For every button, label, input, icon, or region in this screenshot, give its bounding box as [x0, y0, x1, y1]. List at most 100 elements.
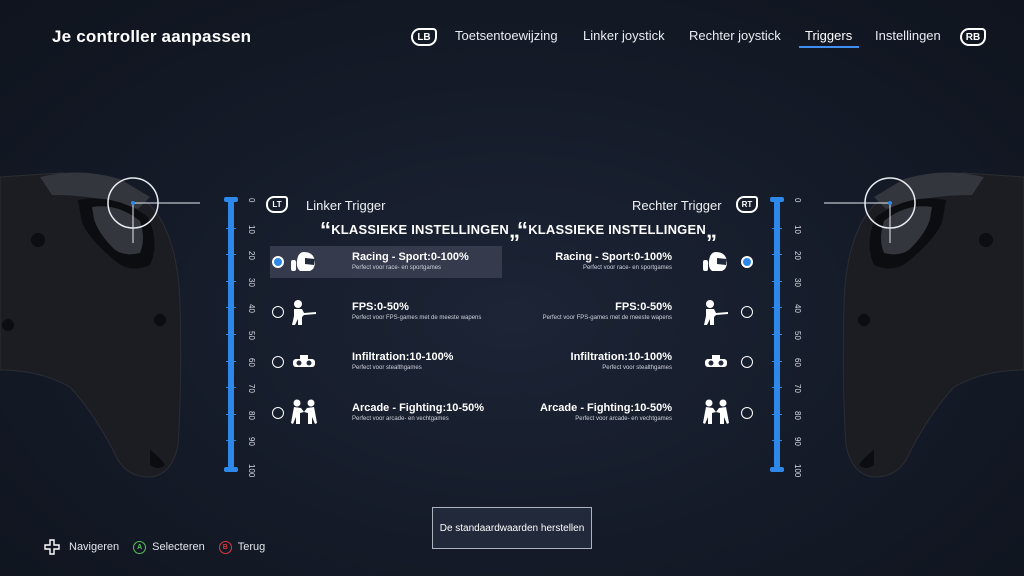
dpad-icon — [44, 539, 60, 555]
close-quote-icon: „ — [705, 217, 718, 243]
lt-trigger-icon: LT — [266, 196, 288, 213]
left-option-radio[interactable] — [272, 356, 284, 368]
slider-tick — [226, 307, 236, 308]
tab-rechter-joystick[interactable]: Rechter joystick — [689, 28, 781, 43]
slider-tick — [226, 387, 236, 388]
racing-helmet-icon — [703, 252, 727, 271]
slider-tick — [772, 307, 782, 308]
left-option-radio[interactable] — [272, 306, 284, 318]
slider-scale-label: 40 — [793, 304, 802, 313]
slider-tick — [772, 334, 782, 335]
slider-scale-label: 20 — [793, 251, 802, 260]
select-hint: Selecteren — [152, 541, 205, 553]
tab-triggers[interactable]: Triggers — [805, 28, 852, 43]
slider-tick — [772, 201, 782, 202]
slider-tick — [226, 361, 236, 362]
option-description: Perfect voor race- en sportgames — [352, 265, 442, 271]
option-description: Perfect voor FPS-games met de meeste wap… — [352, 315, 482, 321]
footer-hints: Navigeren A Selecteren B Terug — [44, 536, 265, 558]
right-trigger-label: Rechter Trigger — [632, 198, 722, 213]
option-name: FPS:0-50% — [615, 301, 672, 313]
right-trigger-range-slider[interactable]: 0 10 20 30 40 50 60 70 80 90 100 — [770, 197, 810, 477]
left-section-title: “KLASSIEKE INSTELLINGEN„ — [320, 217, 521, 243]
lb-bumper-icon[interactable]: LB — [411, 28, 437, 46]
racing-helmet-icon — [291, 252, 315, 271]
slider-tick — [226, 254, 236, 255]
rb-bumper-icon[interactable]: RB — [960, 28, 986, 46]
slider-tick — [772, 440, 782, 441]
slider-scale-label: 30 — [793, 278, 802, 287]
left-option-radio[interactable] — [272, 407, 284, 419]
open-quote-icon: “ — [320, 217, 332, 243]
tab-bar: LB Toetsentoewijzing Linker joystick Rec… — [0, 28, 1024, 68]
option-name: FPS:0-50% — [352, 301, 409, 313]
right-option-infiltration[interactable]: Infiltration:10-100% Perfect voor stealt… — [520, 346, 756, 378]
slider-tick — [226, 414, 236, 415]
open-quote-icon: “ — [517, 217, 529, 243]
left-trigger-label: Linker Trigger — [306, 198, 386, 213]
right-option-racing[interactable]: Racing - Sport:0-100% Perfect voor race-… — [520, 246, 756, 278]
a-button-icon: A — [133, 540, 147, 554]
left-option-radio[interactable] — [272, 256, 284, 268]
reset-defaults-button[interactable]: De standaardwaarden herstellen — [432, 507, 592, 549]
right-option-radio[interactable] — [741, 407, 753, 419]
option-description: Perfect voor arcade- en vechtgames — [352, 416, 449, 422]
left-option-fps[interactable]: FPS:0-50% Perfect voor FPS-games met de … — [270, 296, 502, 328]
left-option-arcade[interactable]: Arcade - Fighting:10-50% Perfect voor ar… — [270, 397, 502, 429]
tab-toetsentoewijzing[interactable]: Toetsentoewijzing — [455, 28, 558, 43]
right-option-arcade[interactable]: Arcade - Fighting:10-50% Perfect voor ar… — [520, 397, 756, 429]
shooter-icon — [292, 300, 316, 325]
slider-scale-label: 50 — [793, 331, 802, 340]
slider-scale-label: 90 — [793, 437, 802, 446]
slider-scale-label: 40 — [247, 304, 256, 313]
option-name: Racing - Sport:0-100% — [352, 251, 469, 263]
left-controller-image — [0, 172, 200, 478]
option-name: Infiltration:10-100% — [570, 351, 672, 363]
left-option-racing[interactable]: Racing - Sport:0-100% Perfect voor race-… — [270, 246, 502, 278]
back-hint[interactable]: Terug — [238, 541, 266, 553]
slider-scale-label: 80 — [793, 411, 802, 420]
rt-trigger-icon: RT — [736, 196, 758, 213]
slider-scale-label: 60 — [247, 358, 256, 367]
slider-scale-label: 90 — [247, 437, 256, 446]
slider-scale-label: 20 — [247, 251, 256, 260]
slider-tick — [226, 281, 236, 282]
right-option-radio[interactable] — [741, 306, 753, 318]
fighters-icon — [291, 399, 317, 424]
active-tab-indicator — [799, 46, 859, 48]
night-vision-icon — [705, 355, 727, 367]
option-description: Perfect voor stealthgames — [602, 365, 672, 371]
tab-linker-joystick[interactable]: Linker joystick — [583, 28, 665, 43]
right-option-radio[interactable] — [741, 356, 753, 368]
slider-scale-label: 70 — [793, 384, 802, 393]
tab-instellingen[interactable]: Instellingen — [875, 28, 941, 43]
slider-tick — [772, 387, 782, 388]
right-option-fps[interactable]: FPS:0-50% Perfect voor FPS-games met de … — [520, 296, 756, 328]
slider-tick — [772, 228, 782, 229]
slider-tick — [226, 467, 236, 468]
left-option-infiltration[interactable]: Infiltration:10-100% Perfect voor stealt… — [270, 346, 502, 378]
slider-scale-label: 50 — [247, 331, 256, 340]
shooter-icon — [704, 300, 728, 325]
slider-tick — [772, 414, 782, 415]
slider-tick — [772, 281, 782, 282]
option-name: Arcade - Fighting:10-50% — [539, 402, 672, 414]
navigate-hint: Navigeren — [69, 541, 120, 553]
b-button-icon: B — [218, 540, 232, 554]
slider-scale-label: 80 — [247, 411, 256, 420]
slider-scale-label: 70 — [247, 384, 256, 393]
option-name: Arcade - Fighting:10-50% — [352, 402, 485, 414]
slider-scale-label: 0 — [247, 198, 256, 203]
option-description: Perfect voor race- en sportgames — [582, 265, 672, 271]
slider-scale-label: 10 — [247, 225, 256, 234]
option-description: Perfect voor arcade- en vechtgames — [575, 416, 672, 422]
right-option-radio[interactable] — [741, 256, 753, 268]
slider-scale-label: 30 — [247, 278, 256, 287]
option-name: Infiltration:10-100% — [352, 351, 454, 363]
option-name: Racing - Sport:0-100% — [555, 251, 672, 263]
left-trigger-range-slider[interactable]: 0 10 20 30 40 50 60 70 80 90 100 — [224, 197, 264, 477]
night-vision-icon — [293, 355, 315, 367]
option-description: Perfect voor FPS-games met de meeste wap… — [542, 315, 672, 321]
slider-scale-label: 100 — [793, 464, 802, 478]
right-controller-image — [824, 172, 1024, 478]
